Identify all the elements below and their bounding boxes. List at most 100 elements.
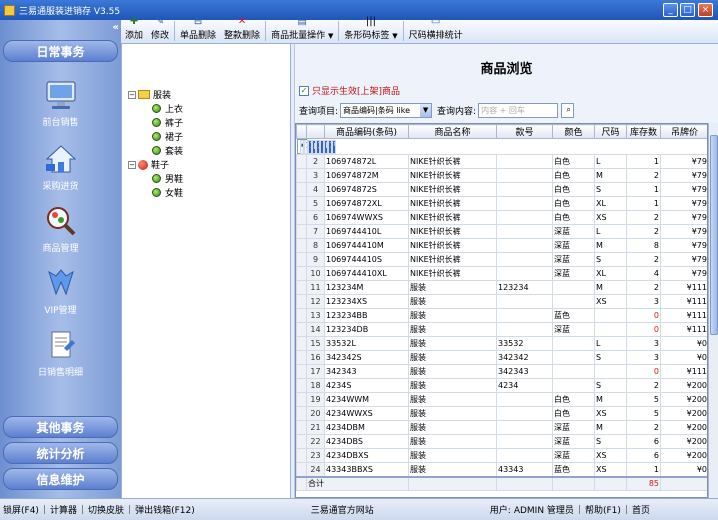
cell-size[interactable]: M: [594, 238, 627, 253]
row-number[interactable]: 4: [306, 182, 325, 197]
cell-code[interactable]: 106974872L: [324, 154, 409, 169]
table-row[interactable]: 7 1069744410L NIKE针织长裤 深蓝 L 2 ¥79: [296, 224, 707, 239]
cell-size[interactable]: XS: [594, 448, 627, 463]
cell-style[interactable]: [496, 434, 553, 449]
cell-price[interactable]: ¥200: [660, 378, 707, 393]
cell-price[interactable]: ¥79: [660, 224, 707, 239]
cell-stock[interactable]: 1: [626, 182, 661, 197]
vertical-scrollbar[interactable]: [708, 123, 718, 498]
cell-price[interactable]: ¥200: [660, 434, 707, 449]
table-row[interactable]: 16 342342S 服装 342342 S 3 ¥0: [296, 350, 707, 365]
cell-style[interactable]: [496, 392, 553, 407]
cell-color[interactable]: 白色: [552, 210, 595, 225]
table-row[interactable]: ►1106974LNIKE针织长裤106974L1¥79: [296, 139, 336, 154]
table-row[interactable]: 19 4234WWM 服装 白色 M 5 ¥200: [296, 392, 707, 407]
maximize-icon[interactable]: □: [680, 3, 695, 17]
cell-name[interactable]: 服装: [408, 406, 497, 421]
cell-name[interactable]: NIKE针织长裤: [408, 210, 497, 225]
help-link[interactable]: 帮助(F1): [585, 503, 621, 516]
table-row[interactable]: 11 123234M 服装 123234 M 2 ¥111: [296, 280, 707, 295]
cell-name[interactable]: NIKE针织长裤: [408, 224, 497, 239]
tree-leaf[interactable]: 上衣: [152, 102, 183, 115]
cell-style[interactable]: 33532: [496, 336, 553, 351]
cell-style[interactable]: 342342: [496, 350, 553, 365]
cell-stock[interactable]: 3: [626, 350, 661, 365]
cell-size[interactable]: M: [594, 168, 627, 183]
cell-code[interactable]: 123234DB: [324, 322, 409, 337]
cell-color[interactable]: 白色: [552, 182, 595, 197]
nav-item-daily-sales[interactable]: 日销售明细: [0, 328, 121, 384]
cell-stock[interactable]: 0: [626, 308, 661, 323]
cell-stock[interactable]: 3: [626, 336, 661, 351]
cell-color[interactable]: 白色: [552, 406, 595, 421]
table-row[interactable]: 13 123234BB 服装 蓝色 0 ¥111: [296, 308, 707, 323]
cell-style[interactable]: 123234: [496, 280, 553, 295]
switch-skin-link[interactable]: 切换皮肤: [88, 503, 124, 516]
cell-color[interactable]: [552, 280, 595, 295]
cell-size[interactable]: [594, 322, 627, 337]
cell-stock[interactable]: 2: [626, 378, 661, 393]
cell-color[interactable]: [552, 350, 595, 365]
cell-color[interactable]: 深蓝: [552, 434, 595, 449]
cell-code[interactable]: 106974WWXS: [324, 210, 409, 225]
cell-name[interactable]: 服装: [408, 448, 497, 463]
scroll-thumb[interactable]: [710, 135, 718, 335]
cell-code[interactable]: 4234DBM: [324, 420, 409, 435]
cell-price[interactable]: ¥79: [660, 168, 707, 183]
cell-price[interactable]: ¥0: [660, 336, 707, 351]
tree-leaf[interactable]: 裙子: [152, 130, 183, 143]
cell-color[interactable]: 深蓝: [552, 252, 595, 267]
row-number[interactable]: 24: [306, 462, 325, 477]
cell-color[interactable]: 深蓝: [552, 322, 595, 337]
cell-price[interactable]: ¥200: [660, 448, 707, 463]
cell-style[interactable]: [496, 154, 553, 169]
cell-size[interactable]: L: [594, 336, 627, 351]
cell-name[interactable]: 服装: [408, 378, 497, 393]
table-row[interactable]: 15 33532L 服装 33532 L 3 ¥0: [296, 336, 707, 351]
category-other[interactable]: 其他事务: [3, 416, 118, 438]
edit-button[interactable]: ✎ 修改: [147, 17, 173, 43]
cell-size[interactable]: L: [594, 154, 627, 169]
cell-price[interactable]: ¥0: [660, 350, 707, 365]
cell-stock[interactable]: 6: [626, 448, 661, 463]
cell-style[interactable]: [496, 210, 553, 225]
cell-color[interactable]: 蓝色: [552, 462, 595, 477]
tree-leaf[interactable]: 男鞋: [152, 172, 183, 185]
table-row[interactable]: 22 4234DBS 服装 深蓝 S 6 ¥200: [296, 434, 707, 449]
cell-style[interactable]: [496, 182, 553, 197]
cell-size[interactable]: S: [594, 182, 627, 197]
cell-color[interactable]: 白色: [552, 168, 595, 183]
row-number[interactable]: 21: [306, 420, 325, 435]
cell-stock[interactable]: 6: [626, 434, 661, 449]
column-header[interactable]: 库存数: [626, 124, 661, 139]
cell-color[interactable]: 白色: [552, 154, 595, 169]
cell-stock[interactable]: 2: [626, 224, 661, 239]
row-number[interactable]: 23: [306, 448, 325, 463]
delete-item-button[interactable]: ⊟ 单品删除: [176, 17, 220, 43]
lock-screen-link[interactable]: 锁屏(F4): [3, 503, 39, 516]
row-number[interactable]: 5: [306, 196, 325, 211]
cell-price[interactable]: ¥200: [660, 392, 707, 407]
row-number[interactable]: 16: [306, 350, 325, 365]
table-row[interactable]: 6 106974WWXS NIKE针织长裤 白色 XS 2 ¥79: [296, 210, 707, 225]
cell-size[interactable]: S: [594, 252, 627, 267]
row-number[interactable]: 10: [306, 266, 325, 281]
cell-stock[interactable]: 2: [626, 252, 661, 267]
cell-size[interactable]: XS: [594, 294, 627, 309]
cell-stock[interactable]: 1: [626, 154, 661, 169]
cell-code[interactable]: 342343: [324, 364, 409, 379]
table-row[interactable]: 4 106974872S NIKE针织长裤 白色 S 1 ¥79: [296, 182, 707, 197]
collapse-toggle-icon[interactable]: −: [128, 160, 136, 169]
cell-style[interactable]: [496, 294, 553, 309]
column-header[interactable]: 商品名称: [408, 124, 497, 139]
cell-code[interactable]: 4234S: [324, 378, 409, 393]
cell-code[interactable]: 1069744410M: [324, 238, 409, 253]
cell-name[interactable]: 服装: [408, 280, 497, 295]
cell-code[interactable]: 4234DBXS: [324, 448, 409, 463]
cell-color[interactable]: 深蓝: [552, 266, 595, 281]
search-icon[interactable]: ⌕: [561, 102, 575, 118]
cell-code[interactable]: 123234XS: [324, 294, 409, 309]
cell-name[interactable]: 服装: [408, 392, 497, 407]
query-field-select[interactable]: 商品编码|条码 like ▼: [340, 102, 433, 118]
column-header[interactable]: 商品编码(条码): [324, 124, 409, 139]
